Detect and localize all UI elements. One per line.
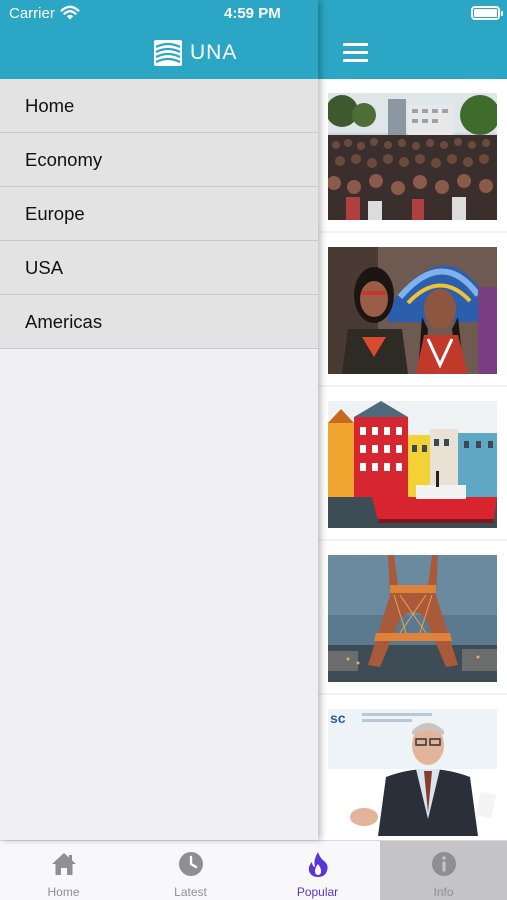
- flame-icon: [308, 852, 328, 877]
- home-icon: [51, 853, 76, 875]
- menu-item-label: Home: [25, 95, 75, 116]
- drawer-menu: Home Economy Europe USA Americas: [0, 79, 318, 349]
- info-icon: [431, 852, 456, 876]
- menu-item-label: Americas: [25, 311, 103, 332]
- article-card[interactable]: [318, 541, 507, 693]
- article-card[interactable]: [318, 233, 507, 385]
- una-logo-text: UNA: [190, 41, 238, 64]
- status-time: 4:59 PM: [224, 5, 281, 22]
- tab-info[interactable]: Info: [380, 841, 507, 900]
- tab-bar: Home Latest Popular Info: [0, 840, 507, 900]
- tab-home[interactable]: Home: [0, 841, 127, 900]
- una-logo-icon: [154, 40, 182, 66]
- menu-item-home[interactable]: Home: [0, 79, 318, 133]
- tab-label: Home: [47, 885, 80, 899]
- carrier-label: Carrier: [9, 5, 55, 22]
- menu-item-label: Europe: [25, 203, 85, 224]
- menu-item-europe[interactable]: Europe: [0, 187, 318, 241]
- svg-text:sc: sc: [330, 710, 346, 726]
- clock-icon: [178, 852, 203, 876]
- speaker-at-conference-photo: sc: [328, 709, 497, 836]
- drawer-header: Carrier 4:59 PM UNA: [0, 0, 318, 79]
- tab-label: Latest: [174, 885, 207, 899]
- menu-item-usa[interactable]: USA: [0, 241, 318, 295]
- wifi-icon: [60, 5, 80, 20]
- crowd-protest-photo: [328, 93, 497, 220]
- article-card[interactable]: [318, 79, 507, 231]
- tab-label: Info: [433, 885, 454, 899]
- tab-popular[interactable]: Popular: [254, 841, 381, 900]
- main-header: [318, 0, 507, 79]
- hamburger-menu-button[interactable]: [342, 41, 370, 63]
- side-drawer: Carrier 4:59 PM UNA Home Economy Europe …: [0, 0, 318, 840]
- menu-item-label: Economy: [25, 149, 103, 170]
- menu-item-label: USA: [25, 257, 64, 278]
- tab-latest[interactable]: Latest: [127, 841, 254, 900]
- menu-item-economy[interactable]: Economy: [0, 133, 318, 187]
- indigenous-women-photo: [328, 247, 497, 374]
- eiffel-tower-photo: [328, 555, 497, 682]
- article-card[interactable]: sc: [318, 695, 507, 847]
- article-card[interactable]: [318, 387, 507, 539]
- colorful-harbor-houses-photo: [328, 401, 497, 528]
- menu-item-americas[interactable]: Americas: [0, 295, 318, 349]
- tab-label: Popular: [296, 885, 339, 899]
- battery-icon: [471, 6, 503, 20]
- una-logo: UNA: [154, 39, 237, 67]
- main-content: sc: [318, 0, 507, 900]
